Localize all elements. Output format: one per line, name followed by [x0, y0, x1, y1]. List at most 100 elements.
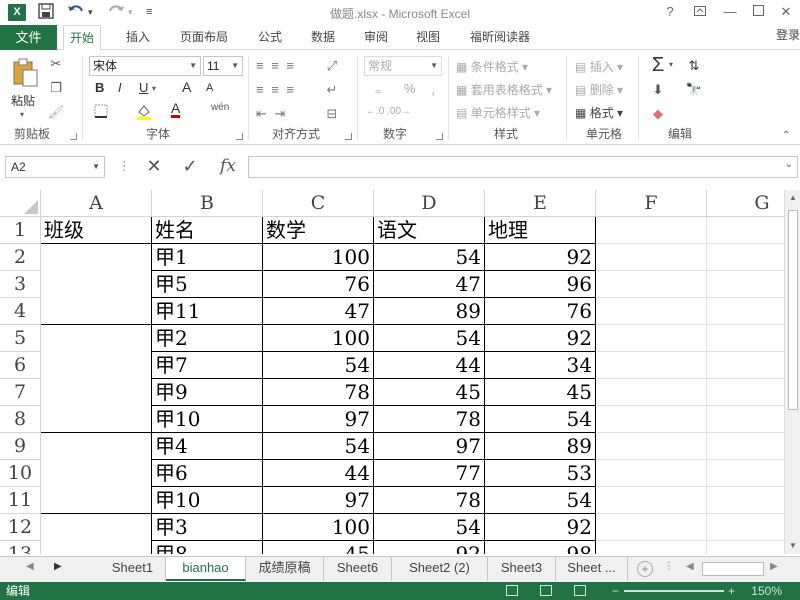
add-sheet-button[interactable]: +	[637, 561, 653, 577]
bold-button[interactable]: B	[95, 80, 104, 95]
phonetic-guide-button[interactable]: wén	[211, 102, 229, 113]
tab-data[interactable]: 数据	[305, 25, 341, 50]
cancel-entry-icon[interactable]: ✕	[143, 156, 165, 177]
table-cell[interactable]	[707, 514, 784, 541]
zoom-slider[interactable]	[624, 590, 724, 592]
score-cell[interactable]: 100	[263, 514, 374, 541]
score-cell[interactable]: 92	[485, 325, 596, 352]
score-cell[interactable]: 97	[263, 406, 374, 433]
borders-icon[interactable]	[93, 104, 109, 121]
row-header[interactable]: 9	[0, 433, 41, 460]
tab-file[interactable]: 文件	[0, 25, 57, 50]
table-cell[interactable]	[596, 271, 707, 298]
table-cell[interactable]	[596, 541, 707, 554]
score-cell[interactable]: 54	[263, 433, 374, 460]
score-cell[interactable]: 92	[485, 244, 596, 271]
header-cell[interactable]: 地理	[485, 217, 596, 244]
sheet-tab[interactable]: 成绩原稿	[246, 557, 324, 581]
table-cell[interactable]	[707, 271, 784, 298]
column-header[interactable]: D	[374, 190, 485, 217]
minimize-icon[interactable]: —	[720, 2, 740, 22]
help-icon[interactable]: ?	[660, 2, 680, 22]
column-header[interactable]: A	[41, 190, 152, 217]
format-painter-icon[interactable]: 🖌	[48, 104, 65, 120]
italic-button[interactable]: I	[118, 80, 122, 95]
header-cell[interactable]: 语文	[374, 217, 485, 244]
score-cell[interactable]: 54	[263, 352, 374, 379]
font-name-select[interactable]: 宋体 ▼	[89, 56, 201, 76]
table-cell[interactable]	[707, 406, 784, 433]
tab-home[interactable]: 开始	[63, 25, 102, 51]
table-cell[interactable]	[596, 406, 707, 433]
indent-icons[interactable]: ⇤ ⇥	[256, 106, 326, 122]
tab-formulas[interactable]: 公式	[252, 25, 288, 50]
score-cell[interactable]: 53	[485, 460, 596, 487]
maximize-icon[interactable]	[748, 2, 768, 22]
score-cell[interactable]: 98	[485, 541, 596, 554]
underline-dropdown-icon[interactable]: ▾	[152, 84, 156, 93]
score-cell[interactable]: 92	[485, 514, 596, 541]
sheet-tab[interactable]: Sheet3	[488, 557, 556, 581]
score-cell[interactable]: 34	[485, 352, 596, 379]
row-header[interactable]: 2	[0, 244, 41, 271]
score-cell[interactable]: 54	[374, 514, 485, 541]
format-cells-button[interactable]: ▦ 格式 ▾	[575, 104, 623, 121]
collapse-ribbon-icon[interactable]: ⌃	[782, 130, 790, 141]
conditional-formatting-button[interactable]: ▦ 条件格式 ▾	[456, 58, 528, 75]
table-cell[interactable]	[596, 352, 707, 379]
row-header[interactable]: 6	[0, 352, 41, 379]
tab-page-layout[interactable]: 页面布局	[174, 25, 234, 50]
table-cell[interactable]	[707, 244, 784, 271]
row-header[interactable]: 1	[0, 217, 41, 244]
score-cell[interactable]: 89	[485, 433, 596, 460]
tab-split-grip-icon[interactable]: ⋮	[664, 561, 674, 572]
column-header[interactable]: E	[485, 190, 596, 217]
table-cell[interactable]	[596, 433, 707, 460]
score-cell[interactable]: 54	[485, 487, 596, 514]
name-cell[interactable]: 甲3	[152, 514, 263, 541]
worksheet-grid[interactable]: A B C D E F G 1 2 3 4 5 6 7 8 9 10 11 12 13 班级 姓名 数学 语文 地理 甲1 100 5…	[0, 190, 784, 554]
paste-button[interactable]: 粘贴	[11, 92, 35, 109]
header-cell[interactable]: 姓名	[152, 217, 263, 244]
tab-view[interactable]: 视图	[410, 25, 446, 50]
row-header[interactable]: 7	[0, 379, 41, 406]
table-cell[interactable]	[707, 487, 784, 514]
row-header[interactable]: 12	[0, 514, 41, 541]
name-cell[interactable]: 甲5	[152, 271, 263, 298]
vertical-align-icons[interactable]: ≡ ≡ ≡	[256, 58, 326, 73]
score-cell[interactable]: 78	[263, 379, 374, 406]
score-cell[interactable]: 76	[485, 298, 596, 325]
sheet-tab[interactable]: Sheet6	[324, 557, 392, 581]
table-cell[interactable]	[707, 217, 784, 244]
table-cell[interactable]	[596, 514, 707, 541]
score-cell[interactable]: 76	[263, 271, 374, 298]
name-cell[interactable]: 甲7	[152, 352, 263, 379]
grow-font-button[interactable]: A	[182, 79, 191, 95]
name-cell[interactable]: 甲4	[152, 433, 263, 460]
table-cell[interactable]	[707, 379, 784, 406]
table-cell[interactable]	[707, 325, 784, 352]
zoom-level[interactable]: 150%	[751, 582, 782, 600]
score-cell[interactable]: 47	[263, 298, 374, 325]
table-cell[interactable]	[596, 298, 707, 325]
confirm-entry-icon[interactable]: ✓	[179, 156, 201, 177]
column-header[interactable]: B	[152, 190, 263, 217]
clear-icon[interactable]: ◆	[650, 106, 666, 122]
name-cell[interactable]: 甲8	[152, 541, 263, 554]
table-cell[interactable]	[596, 487, 707, 514]
accounting-format-icon[interactable]: ₌	[368, 82, 388, 98]
sheet-tab[interactable]: Sheet ...	[556, 557, 628, 581]
table-cell[interactable]	[707, 352, 784, 379]
row-header[interactable]: 4	[0, 298, 41, 325]
score-cell[interactable]: 44	[263, 460, 374, 487]
paste-icon[interactable]	[10, 58, 40, 91]
insert-function-button[interactable]: fx	[215, 156, 241, 176]
underline-button[interactable]: U	[139, 80, 148, 95]
font-launcher-icon[interactable]	[236, 133, 243, 140]
name-cell[interactable]: 甲1	[152, 244, 263, 271]
header-cell[interactable]: 数学	[263, 217, 374, 244]
close-icon[interactable]: ✕	[776, 2, 796, 22]
column-header[interactable]: F	[596, 190, 707, 217]
name-box[interactable]: A2 ▼	[5, 156, 105, 178]
ribbon-display-icon[interactable]	[690, 2, 710, 22]
